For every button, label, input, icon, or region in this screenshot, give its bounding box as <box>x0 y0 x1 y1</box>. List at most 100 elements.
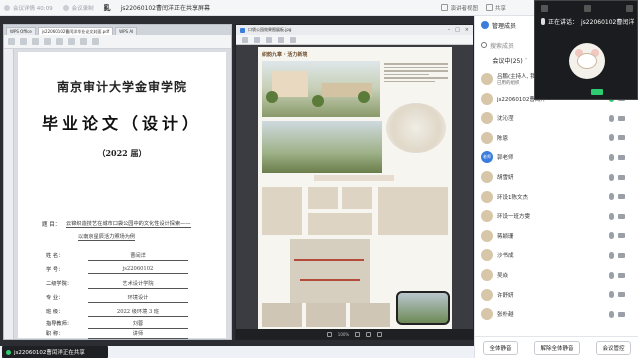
toolbar-icon[interactable] <box>56 38 63 45</box>
mic-icon[interactable] <box>609 212 614 220</box>
member-row[interactable]: 吴焱 <box>481 268 631 282</box>
avatar: 老师 <box>481 151 493 164</box>
sharing-banner[interactable]: js22060102曹闰洋正在共享 <box>2 346 108 358</box>
toolbar-icon[interactable] <box>44 38 51 45</box>
poster-title: 织韵九章 · 活力新境 <box>262 52 308 58</box>
toolbar-icon[interactable] <box>32 38 39 45</box>
avatar <box>481 171 493 183</box>
avatar <box>481 73 493 85</box>
mic-icon[interactable] <box>609 134 614 142</box>
camera-icon[interactable] <box>618 272 625 278</box>
zoom-out-icon[interactable] <box>326 331 332 337</box>
member-row[interactable]: 许舒妍 <box>481 288 631 302</box>
image-bottom-toolbar: 100% <box>236 329 473 339</box>
avatar <box>481 269 493 281</box>
mic-icon[interactable] <box>609 310 614 318</box>
member-row[interactable]: 胡雪妍 <box>481 170 631 184</box>
camera-icon[interactable] <box>618 233 625 239</box>
meeting-info[interactable]: 会议详情 40:09 <box>4 4 53 12</box>
tab-wps-office[interactable]: WPS Office <box>6 27 36 35</box>
member-name-block: 郭老师 <box>497 153 514 161</box>
camera-icon[interactable] <box>618 311 625 317</box>
tab-thesis-pdf[interactable]: js22060102曹闰洋毕业论文封面.pdf <box>37 27 114 35</box>
speaker-view-button[interactable]: 演讲者视图 <box>441 4 478 12</box>
member-status-icons <box>609 271 625 279</box>
tab-wps-ai[interactable]: WPS AI <box>115 27 138 35</box>
field-label-advisor: 指导教师： <box>46 321 72 327</box>
tab-in-meeting[interactable]: 会议中(25) ˅ <box>483 56 537 66</box>
member-row[interactable]: 张朴越 <box>481 307 631 321</box>
toolbar-icon[interactable] <box>92 38 99 45</box>
poster-photo-inset <box>396 291 450 325</box>
mic-icon[interactable] <box>609 251 614 259</box>
mic-icon[interactable] <box>541 5 548 12</box>
rotate-icon[interactable] <box>377 331 383 337</box>
member-row[interactable]: 沙书成 <box>481 248 631 262</box>
member-row[interactable]: 环设一班方雯 <box>481 209 631 223</box>
minimize-icon[interactable]: – <box>448 27 451 33</box>
camera-icon[interactable] <box>618 252 625 258</box>
field-label-title: 职 称： <box>46 331 64 337</box>
zoom-level: 100% <box>337 331 350 337</box>
speaking-label: 正在讲话： js22060102曹闰洋 <box>541 17 634 26</box>
mic-icon[interactable] <box>609 153 614 161</box>
maximize-icon[interactable]: □ <box>455 27 460 33</box>
camera-icon[interactable] <box>618 154 625 160</box>
camera-icon[interactable] <box>583 5 591 12</box>
camera-icon[interactable] <box>618 115 625 121</box>
camera-icon[interactable] <box>618 292 625 298</box>
camera-icon[interactable] <box>618 174 625 180</box>
recording-indicator[interactable]: 会议录制 <box>62 4 94 12</box>
mute-all-button[interactable]: 全体静音 <box>483 340 518 355</box>
mic-icon[interactable] <box>609 232 614 240</box>
unmute-all-button[interactable]: 解除全体静音 <box>534 340 580 355</box>
toolbar-icon[interactable] <box>290 36 296 43</box>
toolbar-icon[interactable] <box>8 38 15 45</box>
active-speaker-overlay[interactable]: 正在讲话： js22060102曹闰洋 <box>534 0 638 100</box>
poster-building <box>272 71 308 97</box>
avatar <box>481 288 493 301</box>
toolbar-icon[interactable] <box>242 36 248 43</box>
member-row[interactable]: 蒋颖珊 <box>481 229 631 243</box>
member-row[interactable]: 陈恩 <box>481 131 631 145</box>
member-name-block: 蒋颖珊 <box>497 232 514 240</box>
image-app-icon <box>240 27 245 33</box>
mic-icon[interactable] <box>609 271 614 279</box>
toolbar-icon[interactable] <box>20 38 27 45</box>
member-row[interactable]: 环设1陈文杰 <box>481 190 631 204</box>
member-row[interactable]: 老师 郭老师 <box>481 150 631 164</box>
zoom-in-icon[interactable] <box>355 331 361 337</box>
member-subtitle: 已用的组织 <box>497 81 520 86</box>
meeting-control-button[interactable]: 会议管控 <box>596 340 631 355</box>
field-label-name: 姓 名： <box>46 253 64 259</box>
member-row[interactable]: 沈沁滢 <box>481 111 631 125</box>
mic-icon[interactable] <box>609 291 614 299</box>
member-name-block: 胡雪妍 <box>497 173 514 181</box>
fit-icon[interactable] <box>366 331 372 337</box>
speaker-avatar <box>569 43 605 79</box>
window-controls: – □ × <box>448 27 473 33</box>
mic-icon[interactable] <box>609 193 614 201</box>
member-name: 张朴越 <box>497 312 514 319</box>
mic-icon[interactable] <box>609 114 614 122</box>
share-button[interactable]: 共享 <box>485 4 506 12</box>
toolbar-icon[interactable] <box>266 36 272 43</box>
toolbar-icon[interactable] <box>254 36 260 43</box>
close-icon[interactable]: × <box>465 27 469 33</box>
camera-icon[interactable] <box>618 213 625 219</box>
camera-icon[interactable] <box>618 194 625 200</box>
graduation-year: （2022 届） <box>97 148 147 158</box>
poster-tree <box>312 95 324 107</box>
field-value-name: 曹闰洋 <box>88 252 188 261</box>
member-name: 沙书成 <box>497 253 514 260</box>
mic-icon[interactable] <box>609 173 614 181</box>
more-icon[interactable] <box>626 5 633 12</box>
doc-sidebar[interactable] <box>4 49 14 339</box>
member-status-icons <box>609 173 625 181</box>
audio-level-icon <box>591 89 603 95</box>
toolbar-icon[interactable] <box>68 38 75 45</box>
camera-icon[interactable] <box>618 135 625 141</box>
toolbar-icon[interactable] <box>80 38 87 45</box>
member-search[interactable]: 搜索成员 <box>481 40 539 50</box>
toolbar-icon[interactable] <box>278 36 284 43</box>
